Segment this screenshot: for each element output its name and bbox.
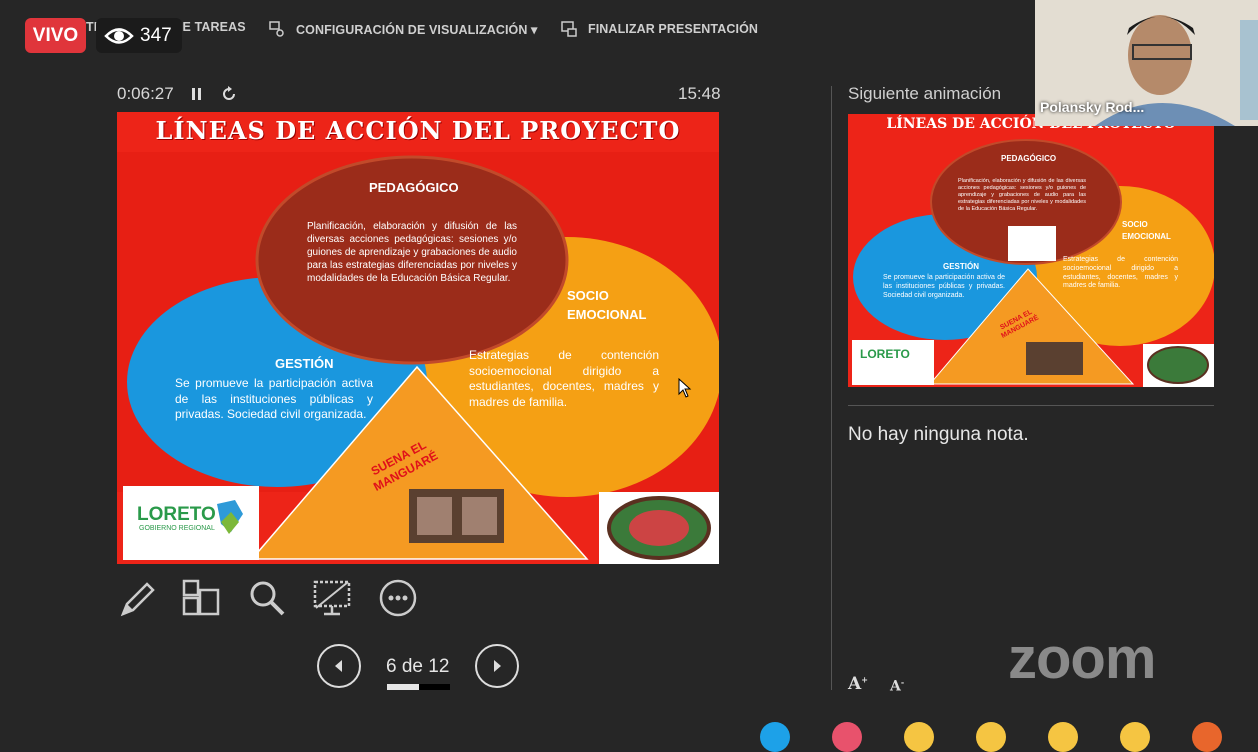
reaction-icon[interactable]: [976, 722, 1006, 752]
current-slide[interactable]: LÍNEAS DE ACCIÓN DEL PROYECTO PEDAGÓGICO…: [117, 112, 719, 564]
next-animation-label: Siguiente animación: [848, 84, 1002, 103]
participant-name: Polansky Rod...: [1040, 99, 1145, 115]
chevron-right-icon: [494, 660, 501, 672]
thumbnail-pedagogico: PEDAGÓGICO: [1001, 154, 1057, 163]
thumbnail-loreto-logo: LORETO: [860, 347, 910, 361]
thumbnail-socio-1: SOCIO: [1122, 220, 1148, 229]
reaction-icon[interactable]: [760, 722, 790, 752]
pedagogico-heading: PEDAGÓGICO: [369, 180, 459, 195]
zoom-slide-icon[interactable]: [247, 578, 287, 618]
more-options-icon[interactable]: [378, 578, 418, 618]
clock: 15:48: [678, 84, 721, 103]
reaction-icon[interactable]: [904, 722, 934, 752]
reaction-icon[interactable]: [1048, 722, 1078, 752]
eye-icon: [104, 27, 134, 44]
reaction-icon[interactable]: [832, 722, 862, 752]
end-show-label: FINALIZAR PRESENTACIÓN: [588, 22, 759, 36]
display-settings-label: CONFIGURACIÓN DE VISUALIZACIÓN ▾: [296, 22, 538, 37]
socio-heading-2: EMOCIONAL: [567, 307, 647, 322]
slide-progress-track: [387, 684, 450, 690]
speaker-notes: No hay ninguna nota.: [848, 424, 1029, 445]
display-settings-icon: [269, 21, 284, 37]
loreto-logo-sub: GOBIERNO REGIONAL: [139, 525, 215, 532]
increase-font-icon: A: [848, 674, 862, 694]
thumbnail-pedagogico-text: Planificación, elaboración y difusión de…: [958, 178, 1086, 212]
pedagogico-text: Planificación, elaboración y difusión de…: [307, 221, 517, 284]
next-slide-button[interactable]: [475, 644, 519, 688]
live-badge: VIVO: [25, 18, 86, 53]
previous-slide-button[interactable]: [317, 644, 361, 688]
display-settings-button[interactable]: CONFIGURACIÓN DE VISUALIZACIÓN ▾: [268, 20, 537, 38]
increase-font-button[interactable]: A+: [848, 674, 868, 694]
gestion-text: Se promueve la participación activa de l…: [175, 376, 373, 422]
end-show-icon: [561, 21, 577, 37]
loreto-logo: LORETO: [137, 504, 216, 525]
thumbnail-gestion: GESTIÓN: [943, 262, 980, 271]
slide-progress-fill: [387, 684, 419, 690]
chevron-left-icon: [335, 660, 342, 672]
viewer-count: 347: [96, 18, 182, 53]
socio-heading-1: SOCIO: [567, 288, 609, 303]
restart-timer-icon[interactable]: [220, 85, 238, 108]
thumbnail-socio-2: EMOCIONAL: [1122, 232, 1171, 241]
elapsed-timer: 0:06:27: [117, 84, 174, 103]
mouse-cursor-icon: [678, 378, 692, 398]
notes-divider: [848, 405, 1214, 406]
decrease-font-button[interactable]: A-: [890, 677, 904, 695]
slide-counter: 6 de 12: [386, 656, 450, 677]
decrease-font-icon: A: [890, 678, 901, 695]
thumbnail-gestion-text: Se promueve la participación activa de l…: [883, 274, 1005, 299]
reaction-icon[interactable]: [1120, 722, 1150, 752]
reaction-icon[interactable]: [1192, 722, 1222, 752]
next-slide-thumbnail[interactable]: LÍNEAS DE ACCIÓN DEL PROYECTO PEDAGÓGICO…: [848, 114, 1214, 387]
socio-text: Estrategias de contención socioemocional…: [469, 348, 659, 409]
pen-tool-icon[interactable]: [117, 578, 157, 618]
see-all-slides-icon[interactable]: [181, 578, 221, 618]
viewer-count-value: 347: [140, 24, 172, 46]
pane-divider[interactable]: [831, 86, 832, 690]
black-screen-icon[interactable]: [312, 578, 352, 618]
gestion-heading: GESTIÓN: [275, 356, 334, 371]
zoom-watermark: zoom: [1008, 626, 1156, 691]
thumbnail-socio-text: Estrategias de contención socioemocional…: [1063, 256, 1178, 290]
pause-icon[interactable]: [190, 86, 204, 107]
end-show-button[interactable]: FINALIZAR PRESENTACIÓN: [560, 20, 758, 38]
